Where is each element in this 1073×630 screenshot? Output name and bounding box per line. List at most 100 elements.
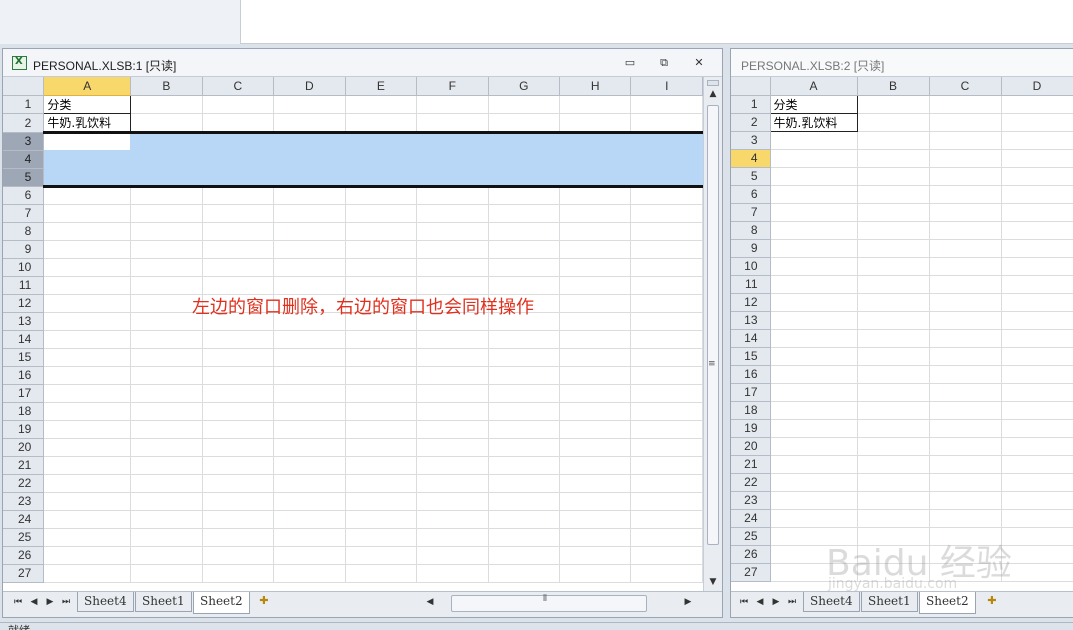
cell-b3[interactable] [857,131,930,150]
row-header-26[interactable]: 26 [731,545,771,564]
cell-b17[interactable] [130,384,203,403]
cell-a5[interactable] [43,168,132,188]
cell-a25[interactable] [43,528,132,547]
cell-e7[interactable] [345,204,418,223]
column-header-f[interactable]: F [416,77,489,96]
cell-h7[interactable] [559,204,632,223]
cell-e26[interactable] [345,546,418,565]
cell-c24[interactable] [202,510,275,529]
cell-g10[interactable] [488,258,561,277]
table-row[interactable]: 15 [731,347,1073,366]
cell-h26[interactable] [559,546,632,565]
cell-e24[interactable] [345,510,418,529]
cell-c9[interactable] [929,239,1002,258]
cell-d23[interactable] [273,492,346,511]
row-header-14[interactable]: 14 [3,330,45,349]
cell-b8[interactable] [857,221,930,240]
cell-a12[interactable] [770,293,858,312]
cell-h15[interactable] [559,348,632,367]
row-header-5[interactable]: 5 [731,167,771,186]
cell-c10[interactable] [929,257,1002,276]
cell-a1[interactable]: 分类 [769,94,858,114]
cell-d19[interactable] [273,420,346,439]
cell-a14[interactable] [43,330,132,349]
cell-a8[interactable] [770,221,858,240]
table-row[interactable]: 11 [3,276,703,295]
cell-f25[interactable] [416,528,489,547]
cell-a17[interactable] [43,384,132,403]
cell-f1[interactable] [416,95,489,114]
cell-c18[interactable] [929,401,1002,420]
cell-h4[interactable] [559,150,632,169]
column-header-b[interactable]: B [857,77,930,96]
row-header-19[interactable]: 19 [731,419,771,438]
cell-c8[interactable] [929,221,1002,240]
row-header-8[interactable]: 8 [3,222,45,241]
cell-g6[interactable] [488,186,561,205]
cell-h16[interactable] [559,366,632,385]
row-header-18[interactable]: 18 [3,402,45,421]
cell-b17[interactable] [857,383,930,402]
cell-c12[interactable] [929,293,1002,312]
cell-c6[interactable] [929,185,1002,204]
cell-e4[interactable] [345,150,418,169]
table-row[interactable]: 8 [3,222,703,241]
table-row[interactable]: 7 [731,203,1073,222]
table-row[interactable]: 1 分类 [731,94,1073,114]
cell-b20[interactable] [857,437,930,456]
row-header-3[interactable]: 3 [731,131,771,150]
cell-c17[interactable] [929,383,1002,402]
table-row[interactable]: 13 [731,311,1073,330]
cell-e22[interactable] [345,474,418,493]
row-header-17[interactable]: 17 [731,383,771,402]
cell-i21[interactable] [630,456,703,475]
cell-c3[interactable] [929,131,1002,150]
cell-b7[interactable] [130,204,203,223]
cell-f7[interactable] [416,204,489,223]
cell-i12[interactable] [630,294,703,313]
cell-h6[interactable] [559,186,632,205]
cell-b8[interactable] [130,222,203,241]
cell-h24[interactable] [559,510,632,529]
cell-c14[interactable] [929,329,1002,348]
table-row[interactable]: 14 [3,330,703,349]
table-row[interactable]: 2 牛奶.乳饮料 [731,112,1073,132]
cell-i2[interactable] [630,113,703,133]
cell-i20[interactable] [630,438,703,457]
table-row[interactable]: 9 [731,239,1073,258]
cell-d1[interactable] [1001,95,1073,114]
cell-f10[interactable] [416,258,489,277]
insert-sheet-icon[interactable]: ✚ [255,594,273,610]
scroll-thumb[interactable] [707,105,719,545]
cell-g24[interactable] [488,510,561,529]
table-row[interactable]: 17 [731,383,1073,402]
cell-i22[interactable] [630,474,703,493]
column-header-b[interactable]: B [130,77,203,96]
cell-a11[interactable] [43,276,132,295]
cell-b19[interactable] [857,419,930,438]
cell-f16[interactable] [416,366,489,385]
cell-a10[interactable] [770,257,858,276]
cell-d8[interactable] [1001,221,1073,240]
cell-a10[interactable] [43,258,132,277]
cell-c9[interactable] [202,240,275,259]
cell-a19[interactable] [43,420,132,439]
cell-a20[interactable] [43,438,132,457]
cell-a23[interactable] [770,491,858,510]
cell-a21[interactable] [770,455,858,474]
row-header-10[interactable]: 10 [3,258,45,277]
cell-c5[interactable] [202,168,275,188]
cell-e27[interactable] [345,564,418,583]
column-header-c[interactable]: C [202,77,275,96]
cell-a3[interactable] [43,130,132,151]
cell-b21[interactable] [857,455,930,474]
cell-d3[interactable] [1001,131,1073,150]
sheet-tab-sheet2[interactable]: Sheet2 [193,592,250,614]
cell-e11[interactable] [345,276,418,295]
cell-c15[interactable] [929,347,1002,366]
column-header-h[interactable]: H [559,77,632,96]
cell-c6[interactable] [202,186,275,205]
cell-b6[interactable] [857,185,930,204]
split-box[interactable] [707,80,719,86]
cell-b10[interactable] [857,257,930,276]
